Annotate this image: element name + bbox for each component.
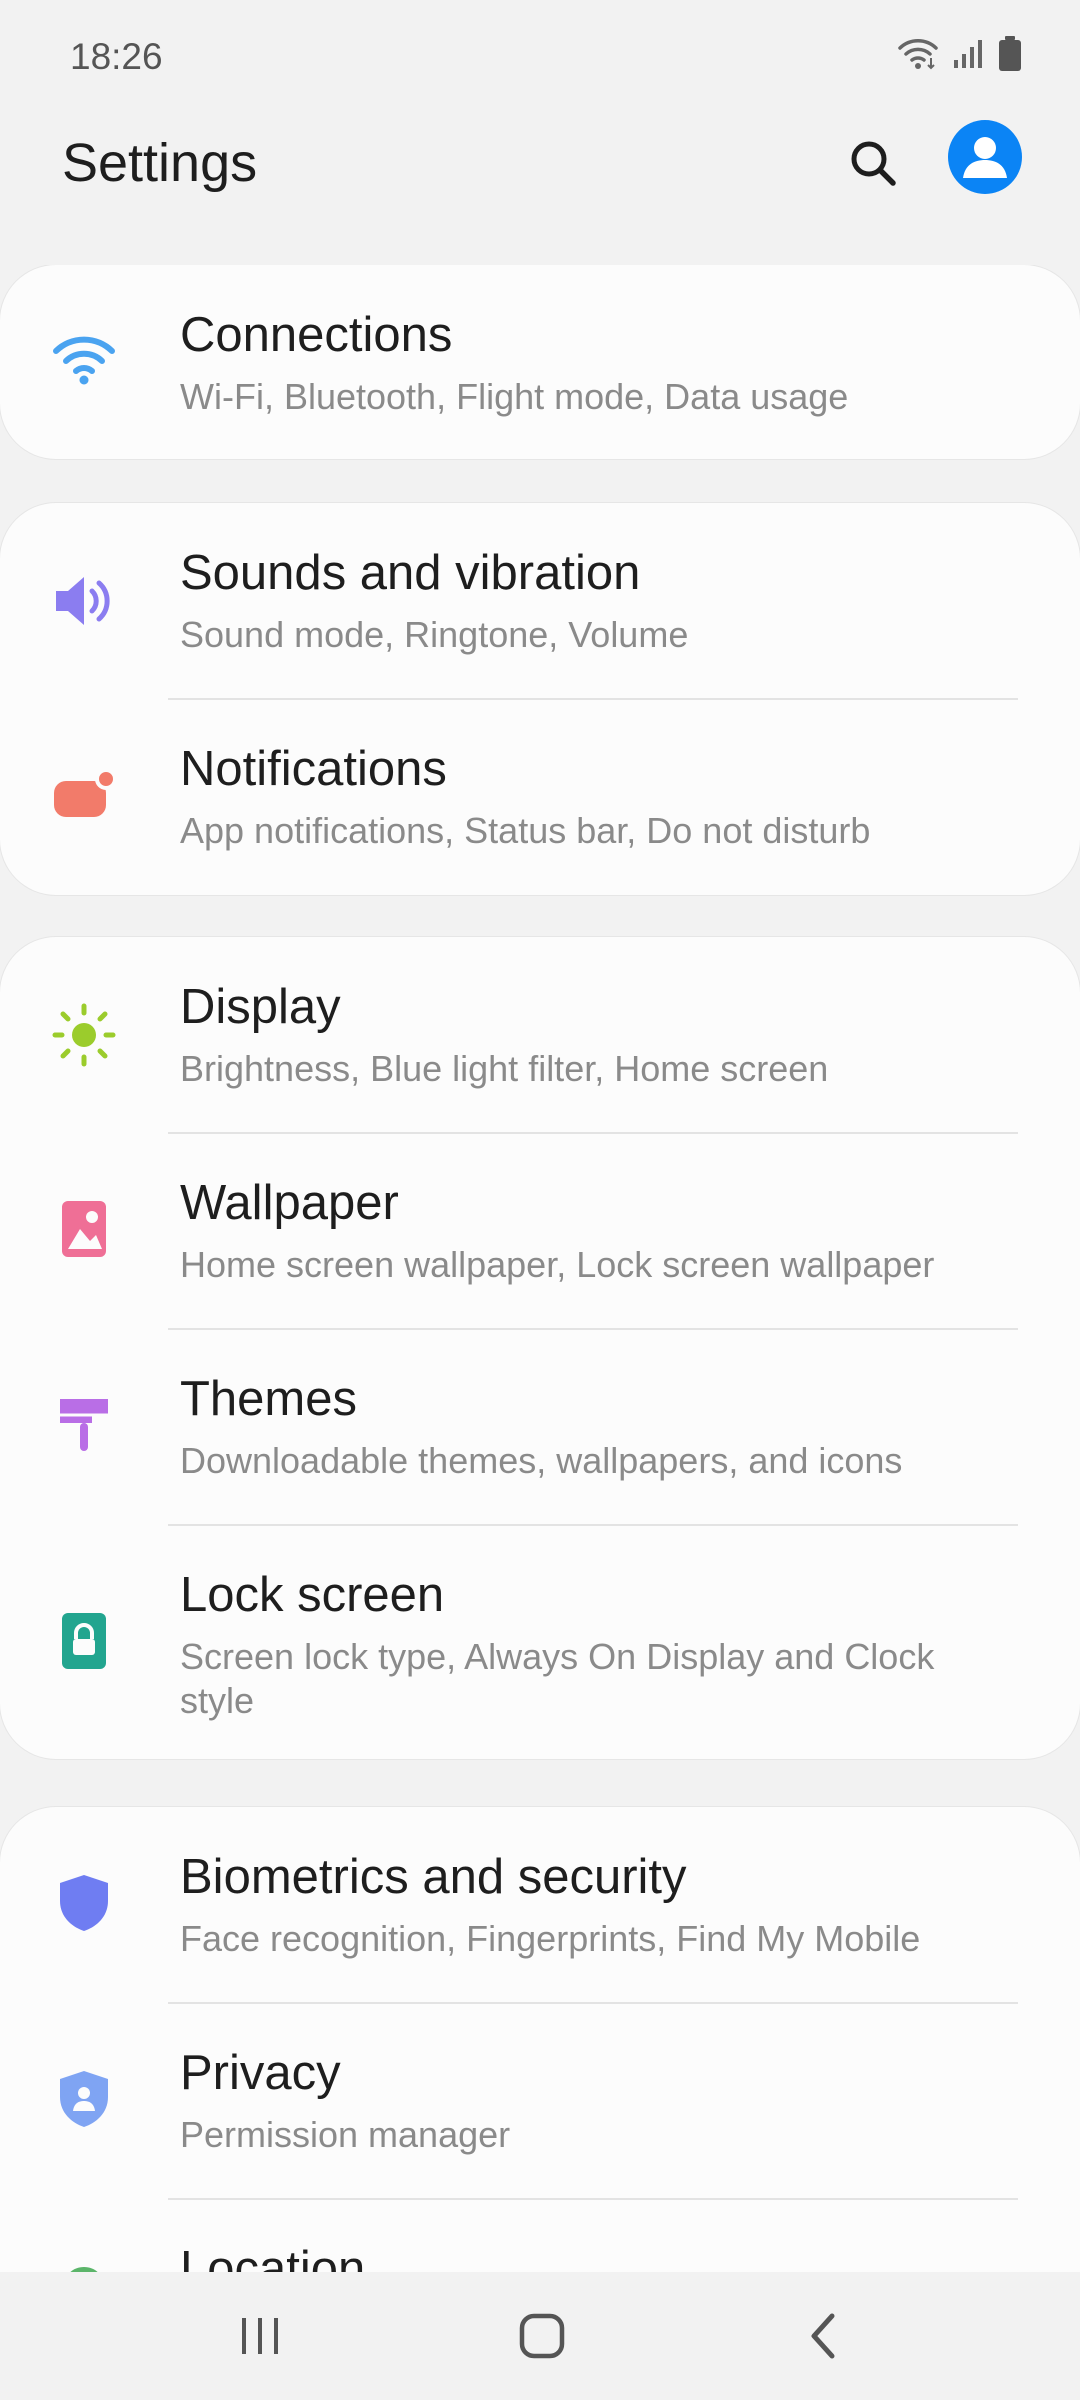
item-subtitle: Sound mode, Ringtone, Volume (180, 614, 689, 655)
status-time: 18:26 (70, 36, 163, 77)
recents-icon (242, 2318, 278, 2354)
speaker-icon (50, 567, 118, 635)
back-button[interactable] (764, 2296, 884, 2376)
paintbrush-icon (50, 1391, 118, 1459)
settings-item-sounds[interactable]: Sounds and vibration Sound mode, Rington… (0, 503, 1080, 699)
item-title: Privacy (180, 2046, 341, 2100)
settings-group-connections: Connections Wi-Fi, Bluetooth, Flight mod… (0, 265, 1080, 459)
settings-list[interactable]: Connections Wi-Fi, Bluetooth, Flight mod… (0, 265, 1080, 2272)
app-header: Settings (0, 110, 1080, 260)
navigation-bar (0, 2272, 1080, 2400)
settings-screen: 18:26 Settings Connections Wi-Fi, Blueto… (0, 0, 1080, 2400)
item-subtitle: Home screen wallpaper, Lock screen wallp… (180, 1244, 935, 1285)
wifi-status-icon (898, 38, 938, 75)
settings-item-wallpaper[interactable]: Wallpaper Home screen wallpaper, Lock sc… (0, 1133, 1080, 1329)
item-title: Connections (180, 308, 453, 362)
profile-button[interactable] (948, 120, 1022, 194)
item-subtitle: Permission manager (180, 2114, 511, 2155)
settings-item-biometrics[interactable]: Biometrics and security Face recognition… (0, 1807, 1080, 2003)
item-subtitle: App notifications, Status bar, Do not di… (180, 810, 871, 851)
item-title: Lock screen (180, 1568, 445, 1622)
item-title: Location (180, 2242, 366, 2272)
settings-group-security: Biometrics and security Face recognition… (0, 1807, 1080, 2272)
shield-icon (50, 1869, 118, 1937)
location-pin-icon (50, 2261, 118, 2272)
item-title: Wallpaper (180, 1176, 399, 1230)
brightness-icon (50, 1001, 118, 1069)
item-subtitle: Brightness, Blue light filter, Home scre… (180, 1048, 829, 1089)
home-button[interactable] (482, 2296, 602, 2376)
user-avatar-icon (963, 137, 1007, 178)
item-subtitle: Face recognition, Fingerprints, Find My … (180, 1918, 921, 1959)
signal-icon (952, 38, 984, 75)
settings-item-themes[interactable]: Themes Downloadable themes, wallpapers, … (0, 1329, 1080, 1525)
privacy-shield-icon (50, 2065, 118, 2133)
home-icon (519, 2313, 565, 2359)
search-icon (851, 141, 896, 186)
item-title: Biometrics and security (180, 1850, 687, 1904)
settings-item-notifications[interactable]: Notifications App notifications, Status … (0, 699, 1080, 895)
back-icon (811, 2313, 835, 2359)
item-subtitle: Downloadable themes, wallpapers, and ico… (180, 1440, 903, 1481)
settings-item-privacy[interactable]: Privacy Permission manager (0, 2003, 1080, 2199)
item-title: Sounds and vibration (180, 546, 641, 600)
item-title: Themes (180, 1372, 358, 1426)
battery-icon (998, 36, 1022, 77)
wallpaper-icon (50, 1195, 118, 1263)
notification-icon (50, 761, 118, 829)
status-bar: 18:26 (0, 0, 1080, 110)
lock-icon (50, 1607, 118, 1675)
settings-item-location[interactable]: Location (0, 2199, 1080, 2272)
recents-button[interactable] (200, 2296, 320, 2376)
status-icons (898, 36, 1022, 77)
item-title: Notifications (180, 742, 447, 796)
item-subtitle: Wi-Fi, Bluetooth, Flight mode, Data usag… (180, 376, 849, 417)
wifi-icon (50, 325, 118, 393)
page-title: Settings (62, 133, 258, 193)
item-subtitle: Screen lock type, Always On Display and … (180, 1636, 935, 1721)
search-button[interactable] (838, 128, 908, 198)
settings-item-lock-screen[interactable]: Lock screen Screen lock type, Always On … (0, 1525, 1080, 1759)
settings-item-display[interactable]: Display Brightness, Blue light filter, H… (0, 937, 1080, 1133)
settings-item-connections[interactable]: Connections Wi-Fi, Bluetooth, Flight mod… (0, 265, 1080, 459)
settings-group-display: Display Brightness, Blue light filter, H… (0, 937, 1080, 1759)
item-title: Display (180, 980, 341, 1034)
settings-group-sound: Sounds and vibration Sound mode, Rington… (0, 503, 1080, 895)
